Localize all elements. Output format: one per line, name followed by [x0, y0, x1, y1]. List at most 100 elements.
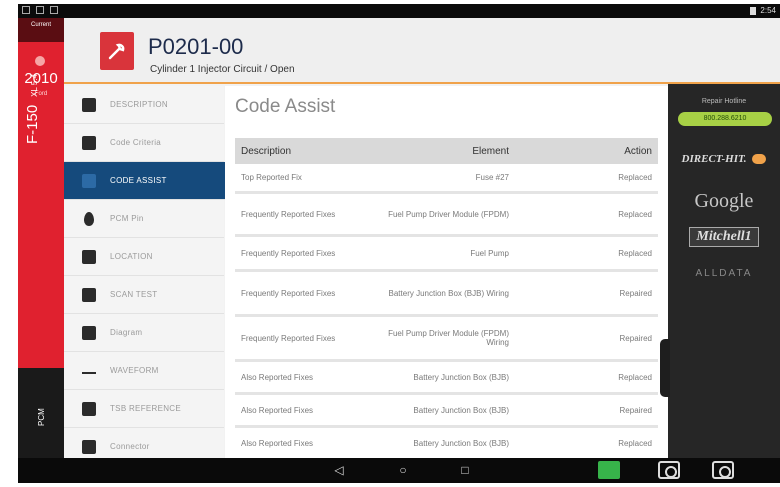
home-icon[interactable]: ○: [396, 463, 410, 477]
screenshot-icon[interactable]: [658, 461, 680, 479]
table-row[interactable]: Also Reported Fixes Battery Junction Box…: [235, 428, 658, 461]
wrench-icon: [100, 32, 134, 70]
nav-item-label: Code Criteria: [110, 138, 162, 147]
table-header: Description Element Action: [235, 138, 658, 164]
row-action: Replaced: [618, 173, 652, 182]
row-description: Top Reported Fix: [241, 173, 302, 182]
column-header-description: Description: [241, 145, 292, 157]
notification-icons: [22, 6, 58, 14]
nav-item-label: Connector: [110, 442, 150, 451]
code-assist-panel: Code Assist Description Element Action T…: [225, 86, 668, 461]
record-icon[interactable]: [598, 461, 620, 479]
drawer-handle[interactable]: [660, 339, 670, 397]
document-icon: [82, 97, 96, 112]
notification-icon: [22, 6, 30, 14]
notification-icon: [50, 6, 58, 14]
module-label: PCM: [37, 408, 46, 426]
row-element: Battery Junction Box (BJB) Wiring: [388, 288, 509, 298]
row-element: Battery Junction Box (BJB): [413, 405, 509, 415]
nav-item-scan-test[interactable]: SCAN TEST: [64, 276, 224, 314]
list-icon: [82, 135, 96, 150]
column-header-element: Element: [472, 145, 509, 157]
direct-hit-badge: [752, 154, 767, 164]
map-icon: [82, 249, 96, 264]
row-element: Battery Junction Box (BJB): [413, 438, 509, 448]
nav-item-waveform[interactable]: WAVEFORM: [64, 352, 224, 390]
row-action: Repaired: [619, 405, 652, 415]
tablet-bezel: 2:54 Current 2010 Ford F-150 XL 5.4 PCM …: [0, 0, 780, 487]
back-icon[interactable]: ◁: [332, 463, 346, 477]
tsb-icon: [82, 401, 96, 416]
nav-item-label: WAVEFORM: [110, 366, 159, 375]
table-row[interactable]: Top Reported Fix Fuse #27 Replaced: [235, 164, 658, 194]
camera-icon[interactable]: [712, 461, 734, 479]
row-action: Replaced: [618, 209, 652, 219]
pin-icon: [84, 211, 94, 226]
nav-item-code-criteria[interactable]: Code Criteria: [64, 124, 224, 162]
table-row[interactable]: Also Reported Fixes Battery Junction Box…: [235, 362, 658, 395]
row-element: Battery Junction Box (BJB): [413, 372, 509, 382]
waveform-icon: [82, 367, 96, 374]
code-header: P0201-00 Cylinder 1 Injector Circuit / O…: [64, 18, 780, 84]
clock: 2:54: [760, 6, 776, 15]
google-logo: Google: [694, 189, 754, 212]
nav-item-label: Diagram: [110, 328, 143, 337]
nav-item-label: DESCRIPTION: [110, 100, 168, 109]
vehicle-model-block: F-150 XL 5.4: [24, 74, 41, 144]
repair-hotline-label: Repair Hotline: [701, 98, 747, 105]
table-row[interactable]: Frequently Reported Fixes Fuel Pump Repl…: [235, 237, 658, 272]
row-description: Frequently Reported Fixes: [241, 288, 336, 298]
google-link[interactable]: Google: [668, 182, 780, 220]
direct-hit-logo: DIRECT-HIT.: [681, 153, 747, 165]
target-icon: [82, 173, 96, 188]
status-bar: 2:54: [18, 4, 780, 18]
row-element: Fuse #27: [475, 173, 509, 182]
connector-icon: [82, 439, 96, 454]
section-nav: DESCRIPTION Code Criteria CODE ASSIST PC…: [64, 86, 234, 466]
nav-item-label: PCM Pin: [110, 214, 144, 223]
row-description: Frequently Reported Fixes: [241, 209, 336, 219]
alldata-link[interactable]: ALLDATA: [668, 254, 780, 292]
nav-item-description[interactable]: DESCRIPTION: [64, 86, 224, 124]
fixes-table: Description Element Action Top Reported …: [235, 138, 658, 461]
clipboard-icon: [82, 287, 96, 302]
table-row[interactable]: Also Reported Fixes Battery Junction Box…: [235, 395, 658, 428]
sponsor-panel: Repair Hotline 800.288.6210 DIRECT-HIT. …: [660, 84, 780, 458]
nav-item-pcm-pin[interactable]: PCM Pin: [64, 200, 224, 238]
row-element: Fuel Pump Driver Module (FPDM) Wiring: [388, 329, 509, 347]
nav-item-tsb-reference[interactable]: TSB REFERENCE: [64, 390, 224, 428]
row-action: Replaced: [618, 248, 652, 258]
row-description: Frequently Reported Fixes: [241, 333, 336, 343]
mitchell1-link[interactable]: Mitchell1: [668, 218, 780, 256]
nav-item-location[interactable]: LOCATION: [64, 238, 224, 276]
notification-icon: [36, 6, 44, 14]
table-row[interactable]: Frequently Reported Fixes Battery Juncti…: [235, 272, 658, 317]
direct-hit-link[interactable]: DIRECT-HIT.: [668, 140, 780, 178]
battery-icon: [750, 6, 757, 15]
row-element: Fuel Pump Driver Module (FPDM): [388, 209, 509, 219]
row-description: Frequently Reported Fixes: [241, 248, 336, 258]
row-action: Repaired: [619, 333, 652, 343]
recent-apps-icon[interactable]: □: [458, 463, 472, 477]
module-selector[interactable]: PCM: [18, 368, 64, 458]
row-action: Replaced: [618, 372, 652, 382]
row-action: Repaired: [619, 288, 652, 298]
nav-item-code-assist[interactable]: CODE ASSIST: [64, 162, 234, 200]
current-vehicle-tab[interactable]: Current: [18, 18, 64, 42]
repair-hotline-button[interactable]: 800.288.6210: [678, 112, 772, 126]
vehicle-trim: XL 5.4: [30, 73, 39, 97]
nav-item-label: SCAN TEST: [110, 290, 158, 299]
row-description: Also Reported Fixes: [241, 405, 314, 415]
nav-item-label: LOCATION: [110, 252, 153, 261]
table-row[interactable]: Frequently Reported Fixes Fuel Pump Driv…: [235, 317, 658, 362]
nav-item-diagram[interactable]: Diagram: [64, 314, 224, 352]
nav-item-label: CODE ASSIST: [110, 176, 167, 185]
panel-title: Code Assist: [235, 96, 336, 117]
row-description: Also Reported Fixes: [241, 372, 314, 382]
nav-item-label: TSB REFERENCE: [110, 404, 182, 413]
tablet-screen: 2:54 Current 2010 Ford F-150 XL 5.4 PCM …: [18, 4, 780, 483]
table-row[interactable]: Frequently Reported Fixes Fuel Pump Driv…: [235, 194, 658, 237]
row-description: Also Reported Fixes: [241, 438, 314, 448]
row-action: Replaced: [618, 438, 652, 448]
mitchell1-logo: Mitchell1: [689, 227, 759, 247]
